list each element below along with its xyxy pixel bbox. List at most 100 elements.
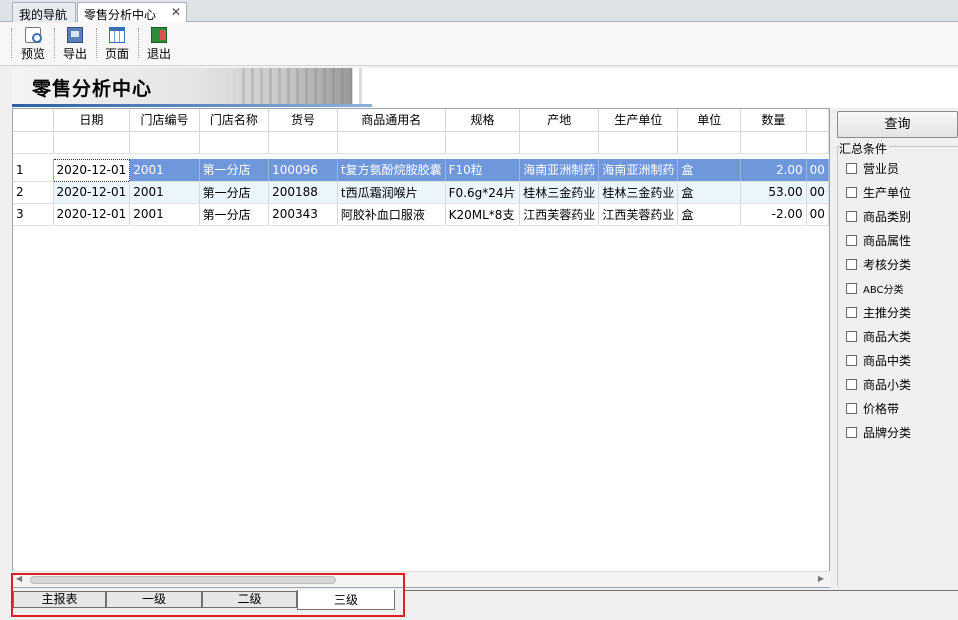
- cell-store-no[interactable]: 2001: [129, 159, 200, 182]
- column-header-store-name[interactable]: 门店名称: [199, 109, 270, 132]
- checkbox-icon[interactable]: [846, 355, 857, 366]
- cell-generic-name[interactable]: t西瓜霜润喉片: [337, 181, 446, 204]
- checkbox-product-category[interactable]: 商品类别: [846, 210, 911, 226]
- checkbox-icon[interactable]: [846, 307, 857, 318]
- column-header-store-no[interactable]: 门店编号: [129, 109, 200, 132]
- cell-manufacturer[interactable]: 桂林三金药业: [598, 181, 679, 204]
- checkbox-icon[interactable]: [846, 403, 857, 414]
- cell-store-name[interactable]: 第一分店: [199, 203, 270, 226]
- column-header-generic-name[interactable]: 商品通用名: [337, 109, 446, 132]
- tab-my-navigation[interactable]: 我的导航: [12, 2, 76, 22]
- cell-store-name[interactable]: 第一分店: [199, 159, 270, 182]
- cell-overflow[interactable]: 00: [806, 181, 829, 204]
- checkbox-icon[interactable]: [846, 187, 857, 198]
- checkbox-icon[interactable]: [846, 235, 857, 246]
- filter-cell[interactable]: [13, 131, 54, 154]
- cell-origin[interactable]: 桂林三金药业: [519, 181, 600, 204]
- filter-cell[interactable]: [806, 131, 829, 154]
- table-row[interactable]: 1 2020-12-01 2001 第一分店 100096 t复方氨酚烷胺胶囊 …: [13, 158, 829, 182]
- checkbox-featured-class[interactable]: 主推分类: [846, 306, 911, 322]
- exit-button[interactable]: 退出: [144, 25, 174, 63]
- close-icon[interactable]: ✕: [171, 5, 181, 19]
- export-button[interactable]: 导出: [60, 25, 90, 63]
- checkbox-icon[interactable]: [846, 283, 857, 294]
- cell-quantity[interactable]: -2.00: [740, 203, 807, 226]
- cell-origin[interactable]: 江西芙蓉药业: [519, 203, 600, 226]
- checkbox-abc-class[interactable]: ABC分类: [846, 282, 904, 298]
- cell-store-name[interactable]: 第一分店: [199, 181, 270, 204]
- checkbox-brand-class[interactable]: 品牌分类: [846, 426, 911, 442]
- cell-store-no[interactable]: 2001: [129, 181, 200, 204]
- checkbox-icon[interactable]: [846, 163, 857, 174]
- filter-cell[interactable]: [445, 131, 521, 154]
- filter-cell[interactable]: [519, 131, 600, 154]
- checkbox-assessment-class[interactable]: 考核分类: [846, 258, 911, 274]
- page-button[interactable]: 页面: [102, 25, 132, 63]
- column-header-manufacturer[interactable]: 生产单位: [598, 109, 679, 132]
- cell-overflow[interactable]: 00: [806, 159, 829, 182]
- cell-manufacturer[interactable]: 海南亚洲制药: [598, 159, 679, 182]
- horizontal-scrollbar[interactable]: ◀ ▶: [12, 571, 830, 587]
- cell-item-no[interactable]: 200343: [268, 203, 338, 226]
- filter-cell[interactable]: [677, 131, 742, 154]
- cell-spec[interactable]: K20ML*8支: [445, 203, 521, 226]
- tab-retail-analysis-center[interactable]: 零售分析中心 ✕: [77, 2, 187, 23]
- cell-spec[interactable]: F0.6g*24片: [445, 181, 521, 204]
- cell-date[interactable]: 2020-12-01: [53, 203, 131, 226]
- preview-button[interactable]: 预览: [18, 25, 48, 63]
- cell-quantity[interactable]: 2.00: [740, 159, 807, 182]
- cell-generic-name[interactable]: 阿胶补血口服液: [337, 203, 446, 226]
- checkbox-icon[interactable]: [846, 211, 857, 222]
- column-header[interactable]: [806, 109, 829, 132]
- cell-generic-name[interactable]: t复方氨酚烷胺胶囊: [337, 159, 446, 182]
- cell-unit[interactable]: 盒: [677, 181, 742, 204]
- tab-level-2[interactable]: 二级: [202, 591, 297, 608]
- column-header[interactable]: [13, 109, 54, 132]
- cell-date[interactable]: 2020-12-01: [53, 181, 131, 204]
- query-button[interactable]: 查询: [837, 111, 958, 138]
- cell-item-no[interactable]: 200188: [268, 181, 338, 204]
- tab-level-3[interactable]: 三级: [297, 590, 395, 610]
- checkbox-manufacturer[interactable]: 生产单位: [846, 186, 911, 202]
- cell-date[interactable]: 2020-12-01: [52, 158, 131, 182]
- scroll-left-icon[interactable]: ◀: [16, 574, 22, 583]
- column-header-unit[interactable]: 单位: [677, 109, 742, 132]
- column-header-spec[interactable]: 规格: [445, 109, 521, 132]
- cell-origin[interactable]: 海南亚洲制药: [519, 159, 600, 182]
- tab-level-1[interactable]: 一级: [106, 591, 202, 608]
- table-row[interactable]: 3 2020-12-01 2001 第一分店 200343 阿胶补血口服液 K2…: [13, 203, 829, 226]
- table-row[interactable]: 2 2020-12-01 2001 第一分店 200188 t西瓜霜润喉片 F0…: [13, 181, 829, 204]
- column-header-item-no[interactable]: 货号: [268, 109, 338, 132]
- checkbox-icon[interactable]: [846, 259, 857, 270]
- checkbox-icon[interactable]: [846, 427, 857, 438]
- filter-cell[interactable]: [598, 131, 679, 154]
- checkbox-salesperson[interactable]: 营业员: [846, 162, 899, 178]
- filter-cell[interactable]: [337, 131, 446, 154]
- checkbox-icon[interactable]: [846, 331, 857, 342]
- checkbox-minor-category[interactable]: 商品小类: [846, 378, 911, 394]
- filter-cell[interactable]: [199, 131, 270, 154]
- checkbox-middle-category[interactable]: 商品中类: [846, 354, 911, 370]
- cell-store-no[interactable]: 2001: [129, 203, 200, 226]
- column-header-quantity[interactable]: 数量: [740, 109, 807, 132]
- cell-overflow[interactable]: 00: [806, 203, 829, 226]
- cell-unit[interactable]: 盒: [677, 203, 742, 226]
- filter-cell[interactable]: [53, 131, 131, 154]
- scroll-right-icon[interactable]: ▶: [818, 574, 824, 583]
- cell-quantity[interactable]: 53.00: [740, 181, 807, 204]
- tab-main-report[interactable]: 主报表: [13, 591, 106, 608]
- filter-cell[interactable]: [740, 131, 807, 154]
- column-header-date[interactable]: 日期: [53, 109, 131, 132]
- cell-unit[interactable]: 盒: [677, 159, 742, 182]
- scrollbar-thumb[interactable]: [30, 576, 336, 584]
- checkbox-product-attribute[interactable]: 商品属性: [846, 234, 911, 250]
- cell-item-no[interactable]: 100096: [268, 159, 338, 182]
- checkbox-major-category[interactable]: 商品大类: [846, 330, 911, 346]
- cell-spec[interactable]: F10粒: [445, 159, 521, 182]
- checkbox-price-band[interactable]: 价格带: [846, 402, 899, 418]
- filter-cell[interactable]: [129, 131, 200, 154]
- cell-manufacturer[interactable]: 江西芙蓉药业: [598, 203, 679, 226]
- checkbox-icon[interactable]: [846, 379, 857, 390]
- filter-cell[interactable]: [268, 131, 338, 154]
- column-header-origin[interactable]: 产地: [519, 109, 600, 132]
